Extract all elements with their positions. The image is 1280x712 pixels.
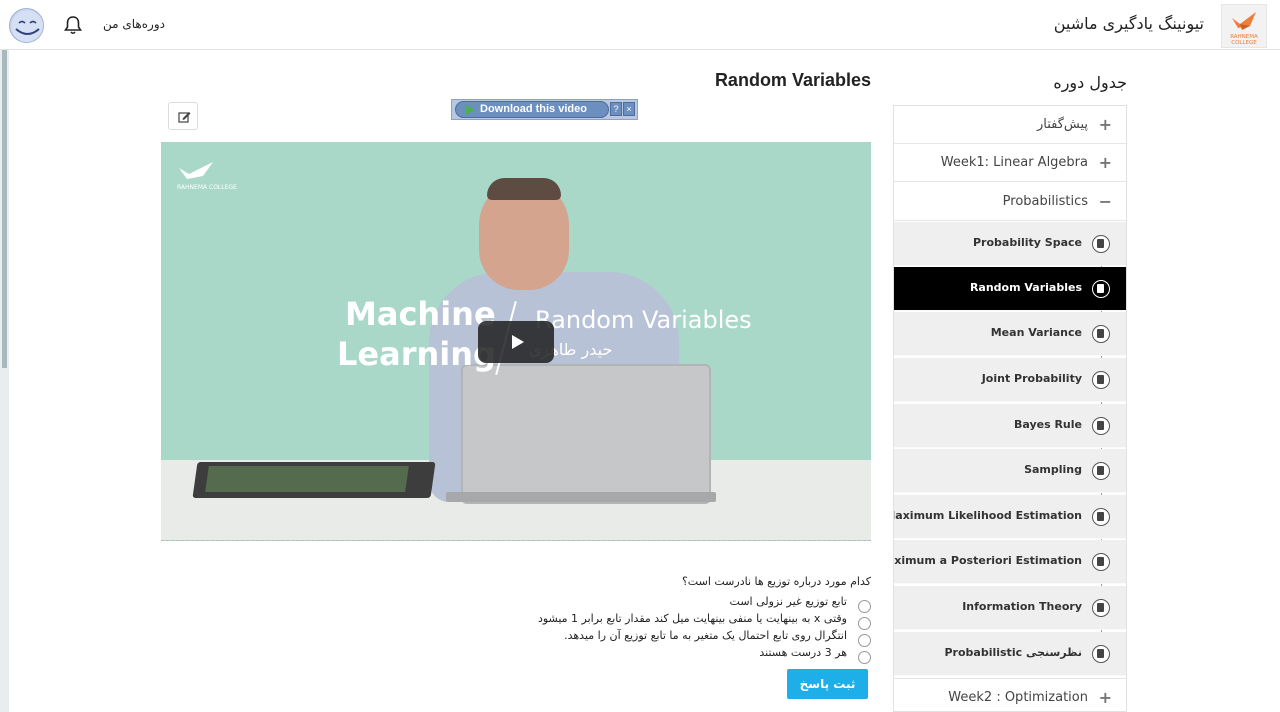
expand-icon[interactable]: + (1099, 117, 1112, 133)
lesson-label: Maximum a Posteriori Estimation (893, 554, 1082, 567)
lesson-label: Sampling (1024, 463, 1082, 476)
lesson-item[interactable]: Mean Variance (894, 312, 1126, 356)
expand-icon[interactable]: + (1099, 155, 1112, 171)
lesson-label: Probabilistic نظرسنجی (944, 646, 1082, 659)
book-icon (1092, 599, 1110, 617)
video-subtitle: Random Variables (535, 306, 752, 334)
lesson-item[interactable]: Probability Space (894, 222, 1126, 266)
download-help-button[interactable]: ? (610, 102, 622, 116)
video-logo-text: RAHNEMA COLLEGE (177, 184, 237, 191)
quiz: کدام مورد درباره توزیع ها نادرست است؟ تا… (431, 575, 871, 664)
video-person-hair (487, 178, 561, 200)
section-week1[interactable]: Week1: Linear Algebra + (894, 144, 1126, 182)
edit-button[interactable] (168, 102, 198, 130)
lesson-item-active[interactable]: Random Variables (894, 267, 1126, 311)
quiz-option[interactable]: هر 3 درست هستند (431, 645, 871, 664)
my-courses-link[interactable]: دوره‌های من (103, 17, 165, 31)
quiz-question: کدام مورد درباره توزیع ها نادرست است؟ (681, 575, 871, 588)
logo-text: RAHNEMA COLLEGE (1230, 34, 1258, 46)
book-icon (1092, 508, 1110, 526)
radio-button[interactable] (858, 651, 871, 664)
video-logo-icon (179, 162, 213, 179)
avatar-face-icon (11, 10, 43, 42)
lesson-item[interactable]: Bayes Rule (894, 404, 1126, 448)
app-title: تیونینگ یادگیری ماشین (1053, 14, 1204, 33)
quiz-option-label: انتگرال روی تابع احتمال یک متغیر به ما ت… (564, 629, 847, 642)
course-sidebar: پیش‌گفتار + Week1: Linear Algebra + Prob… (893, 105, 1127, 712)
logo-bird-icon (1232, 12, 1256, 30)
book-icon (1092, 553, 1110, 571)
download-label: Download this video (480, 103, 587, 115)
section-intro[interactable]: پیش‌گفتار + (894, 106, 1126, 144)
quiz-option-label: تابع توزیع غیر نزولی است (729, 595, 847, 608)
book-icon (1092, 417, 1110, 435)
quiz-option-label: هر 3 درست هستند (759, 646, 847, 659)
sidebar-title: جدول دوره (1053, 73, 1127, 92)
page-scrollbar-thumb[interactable] (2, 50, 7, 368)
avatar[interactable] (9, 8, 44, 43)
expand-icon[interactable]: + (1099, 690, 1112, 706)
quiz-option[interactable]: تابع توزیع غیر نزولی است (431, 594, 871, 613)
lesson-item[interactable]: Sampling (894, 449, 1126, 493)
lesson-item[interactable]: Information Theory (894, 586, 1126, 630)
lesson-label: Bayes Rule (1013, 418, 1082, 431)
video-laptop (461, 364, 711, 504)
play-button[interactable] (478, 321, 554, 363)
play-arrow-icon (466, 105, 475, 115)
download-toolbar: Download this video ? × (451, 99, 638, 120)
video-title-line1: Machine (345, 295, 496, 333)
bell-icon[interactable] (64, 15, 82, 39)
lesson-label: Maximum Likelihood Estimation (893, 509, 1082, 522)
quiz-option[interactable]: وقتی x به بینهایت یا منفی بینهایت میل کن… (431, 611, 871, 630)
lesson-item[interactable]: Probabilistic نظرسنجی (894, 632, 1126, 676)
section-label: Week1: Linear Algebra (940, 155, 1088, 170)
video-player[interactable]: RAHNEMA COLLEGE Machine Learning Random … (161, 142, 871, 541)
quiz-option[interactable]: انتگرال روی تابع احتمال یک متغیر به ما ت… (431, 628, 871, 647)
video-title-line2: Learning (337, 335, 496, 373)
book-icon (1092, 280, 1110, 298)
lesson-label: Joint Probability (981, 372, 1082, 385)
collapse-icon[interactable]: − (1099, 194, 1112, 210)
lesson-item[interactable]: Maximum a Posteriori Estimation (894, 540, 1126, 584)
lesson-label: Information Theory (962, 600, 1082, 613)
section-label: Probabilistics (1002, 194, 1088, 209)
lesson-title: Random Variables (714, 70, 871, 90)
logo[interactable]: RAHNEMA COLLEGE (1221, 4, 1267, 48)
book-icon (1092, 371, 1110, 389)
video-laptop-base (446, 492, 716, 502)
lesson-item[interactable]: Maximum Likelihood Estimation (894, 495, 1126, 539)
edit-icon (178, 112, 191, 123)
submit-answer-button[interactable]: ثبت پاسخ (787, 669, 868, 699)
book-icon (1092, 325, 1110, 343)
section-label: Week2 : Optimization (948, 690, 1088, 705)
section-label: پیش‌گفتار (1036, 117, 1088, 132)
section-week2[interactable]: Week2 : Optimization + (894, 678, 1126, 711)
book-icon (1092, 235, 1110, 253)
section-probabilistics[interactable]: Probabilistics − (894, 183, 1126, 221)
download-video-button[interactable]: Download this video (455, 101, 609, 118)
lesson-item[interactable]: Joint Probability (894, 358, 1126, 402)
download-close-button[interactable]: × (623, 102, 635, 116)
lesson-label: Random Variables (969, 281, 1082, 294)
lesson-label: Probability Space (973, 236, 1082, 249)
lesson-label: Mean Variance (990, 326, 1082, 339)
book-icon (1092, 462, 1110, 480)
top-bar: RAHNEMA COLLEGE تیونینگ یادگیری ماشین دو… (0, 0, 1280, 50)
quiz-option-label: وقتی x به بینهایت یا منفی بینهایت میل کن… (537, 612, 847, 625)
book-icon (1092, 645, 1110, 663)
video-tablet-pad (205, 466, 409, 492)
